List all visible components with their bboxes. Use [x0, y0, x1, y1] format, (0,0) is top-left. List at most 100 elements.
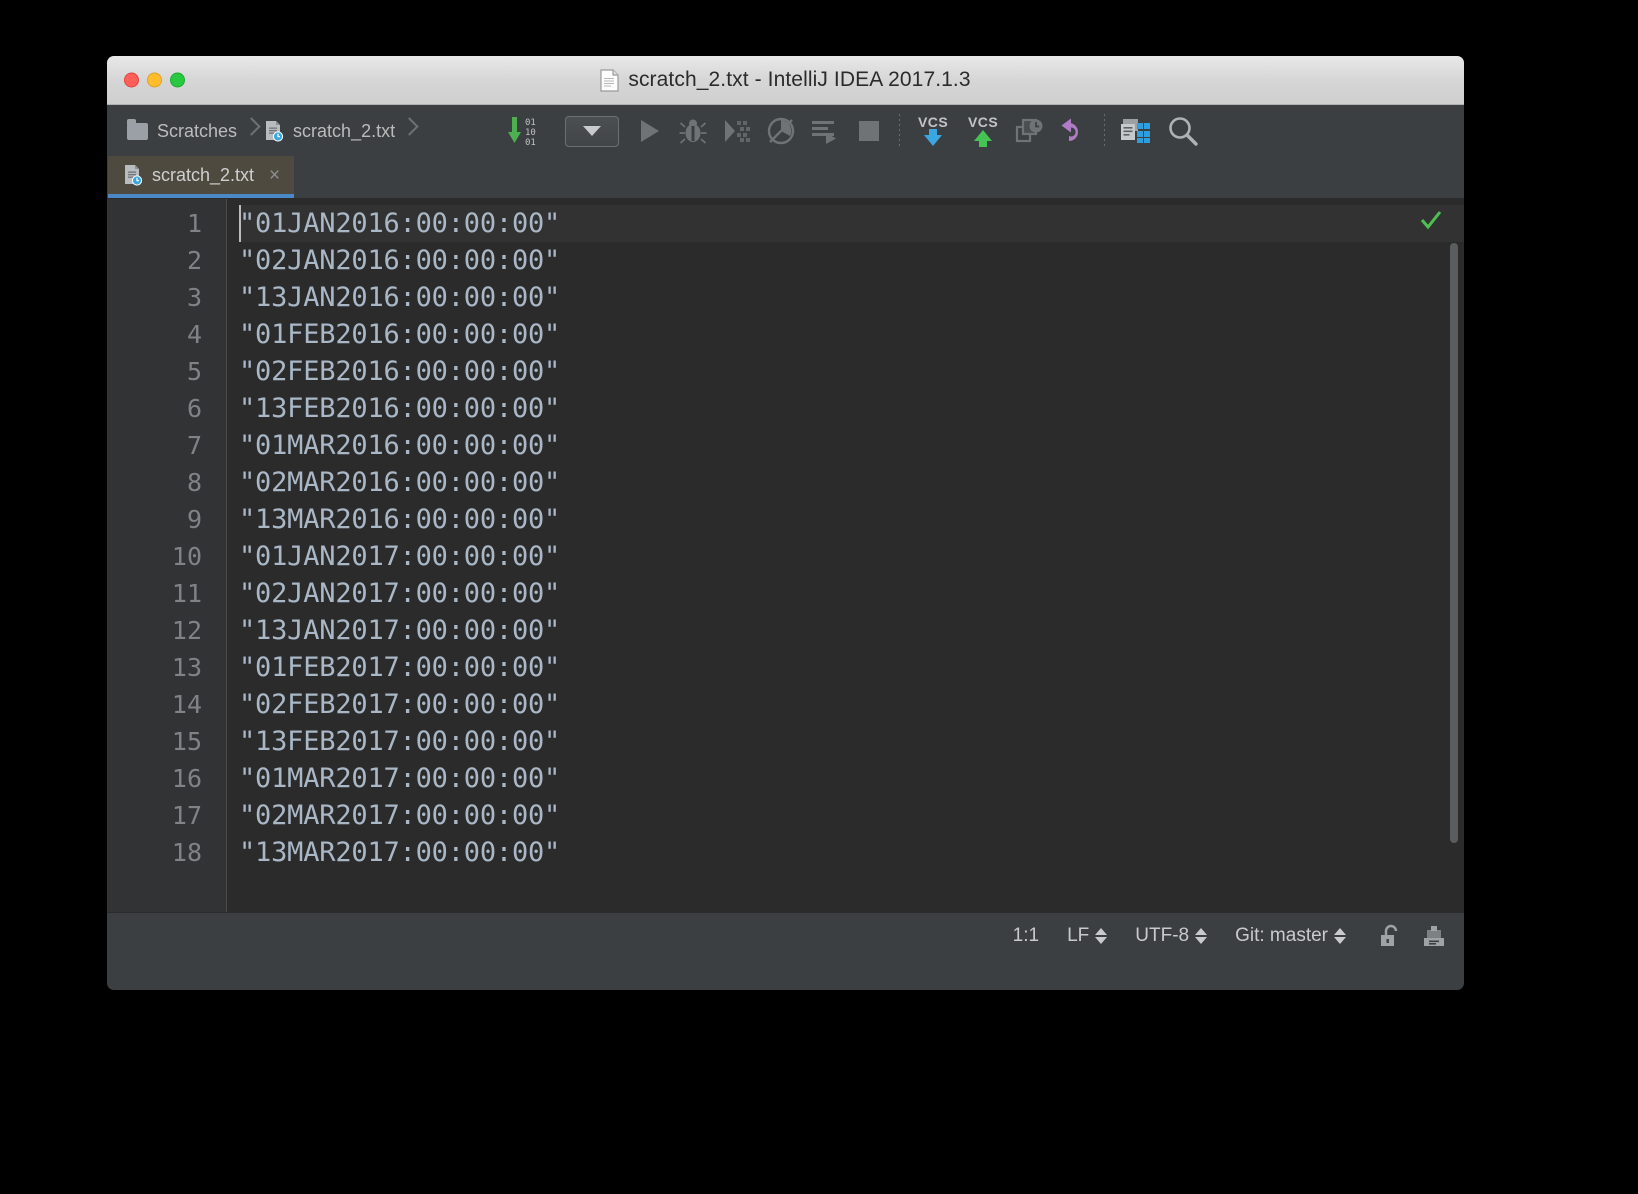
- breadcrumb-item-file[interactable]: scratch_2.txt: [263, 117, 401, 145]
- search-everywhere-button[interactable]: [1157, 112, 1209, 150]
- caret-position-label: 1:1: [1012, 924, 1040, 946]
- file-history-icon: [1015, 118, 1043, 143]
- line-number: 14: [171, 690, 202, 719]
- spinner-arrows-icon: [1334, 927, 1346, 944]
- breadcrumb-label: Scratches: [157, 120, 238, 141]
- line-separator-label: LF: [1067, 924, 1090, 946]
- line-number: 6: [186, 394, 202, 423]
- line-number: 8: [186, 468, 202, 497]
- editor-tabstrip: scratch_2.txt ×: [107, 156, 1464, 199]
- breadcrumb-label: scratch_2.txt: [293, 120, 396, 141]
- spinner-arrows-icon: [1195, 927, 1208, 944]
- line-number-gutter: 1 2 3 4 5 6 7 8 9 10 11 12 13 14 15 16 1…: [107, 199, 227, 912]
- line-number: 2: [186, 246, 202, 275]
- line-number: 10: [171, 542, 202, 571]
- folder-icon: [127, 118, 148, 140]
- code-line: "02FEB2016:00:00:00": [239, 356, 561, 387]
- profile-button[interactable]: [759, 112, 803, 150]
- stop-button[interactable]: [847, 112, 891, 150]
- vcs-update-button[interactable]: VCS: [908, 112, 958, 150]
- toolbar-actions: 01 10 01 VCS VCS: [501, 112, 1209, 150]
- toolbar-separator: [899, 114, 901, 148]
- debug-button[interactable]: [671, 112, 715, 150]
- code-line: "01FEB2016:00:00:00": [239, 319, 561, 350]
- vcs-label: VCS: [917, 114, 949, 130]
- update-project-button[interactable]: 01 10 01: [501, 112, 557, 150]
- window-titlebar: scratch_2.txt - IntelliJ IDEA 2017.1.3: [107, 56, 1464, 105]
- coverage-button[interactable]: [715, 112, 759, 150]
- undo-arrow-icon: [1061, 118, 1079, 141]
- svg-text:01: 01: [525, 118, 536, 128]
- spinner-arrows-icon: [1095, 927, 1108, 944]
- minimize-button[interactable]: [147, 72, 162, 88]
- run-button[interactable]: [627, 112, 671, 150]
- close-button[interactable]: [124, 72, 139, 88]
- editor-vertical-scrollbar[interactable]: [1450, 243, 1458, 843]
- code-line: "13FEB2017:00:00:00": [239, 726, 561, 757]
- settings-button[interactable]: [1113, 112, 1157, 150]
- line-number: 5: [186, 357, 202, 386]
- caret-position-status[interactable]: 1:1: [999, 925, 1053, 947]
- tab-label: scratch_2.txt: [152, 164, 255, 185]
- line-number: 18: [171, 838, 202, 867]
- code-line: "01MAR2016:00:00:00": [239, 430, 561, 461]
- vcs-down-arrow-icon: [924, 129, 943, 146]
- svg-text:10: 10: [525, 128, 536, 138]
- status-bar: 1:1 LF UTF-8 Git: master: [107, 912, 1464, 958]
- svg-text:01: 01: [525, 138, 536, 148]
- maximize-button[interactable]: [170, 72, 185, 88]
- document-icon: [600, 68, 619, 92]
- scratch-file-icon: [265, 120, 284, 142]
- encoding-status[interactable]: UTF-8: [1121, 925, 1221, 947]
- run-with-console-button[interactable]: [803, 112, 847, 150]
- event-log-icon[interactable]: [1420, 922, 1448, 950]
- coverage-icon: [725, 120, 751, 142]
- line-separator-status[interactable]: LF: [1053, 925, 1121, 947]
- code-line: "01JAN2017:00:00:00": [239, 541, 561, 572]
- toolbar-separator: [1104, 114, 1106, 148]
- stop-square-icon: [859, 121, 880, 141]
- line-number: 1: [186, 209, 202, 238]
- vcs-commit-button[interactable]: VCS: [958, 112, 1008, 150]
- line-number: 15: [171, 727, 202, 756]
- line-number: 13: [171, 653, 202, 682]
- line-number: 9: [186, 505, 202, 534]
- line-number: 17: [171, 801, 202, 830]
- vcs-branch-status[interactable]: Git: master: [1221, 925, 1360, 947]
- code-editor[interactable]: 1 2 3 4 5 6 7 8 9 10 11 12 13 14 15 16 1…: [107, 199, 1464, 912]
- line-number: 16: [171, 764, 202, 793]
- close-icon[interactable]: ×: [269, 166, 280, 185]
- scratch-file-icon: [124, 164, 143, 186]
- line-number: 11: [171, 579, 202, 608]
- code-line: "13JAN2017:00:00:00": [239, 615, 561, 646]
- run-console-icon: [812, 121, 837, 144]
- download-binary-icon: 01 10 01: [508, 117, 536, 148]
- line-number: 12: [171, 616, 202, 645]
- unlocked-padlock-icon[interactable]: [1376, 922, 1404, 950]
- code-line: "02FEB2017:00:00:00": [239, 689, 561, 720]
- bug-icon: [679, 119, 707, 144]
- code-line: "02JAN2017:00:00:00": [239, 578, 561, 609]
- run-configurations-combo[interactable]: [565, 115, 620, 147]
- code-line: "13FEB2016:00:00:00": [239, 393, 561, 424]
- code-line: "02MAR2017:00:00:00": [239, 800, 561, 831]
- text-caret: [239, 205, 241, 242]
- code-line: "13MAR2016:00:00:00": [239, 504, 561, 535]
- window-title-group: scratch_2.txt - IntelliJ IDEA 2017.1.3: [600, 68, 971, 92]
- breadcrumb-chevron-icon: [403, 116, 419, 146]
- vcs-branch-label: Git: master: [1235, 924, 1328, 946]
- vcs-history-button[interactable]: [1008, 112, 1052, 150]
- vcs-label: VCS: [967, 114, 999, 130]
- undo-button[interactable]: [1052, 112, 1096, 150]
- line-number: 3: [186, 283, 202, 312]
- profile-icon: [767, 117, 795, 145]
- tab-scratch-2-txt[interactable]: scratch_2.txt ×: [108, 156, 295, 198]
- encoding-label: UTF-8: [1135, 924, 1190, 946]
- play-icon: [641, 120, 660, 142]
- breadcrumb-item-scratches[interactable]: Scratches: [125, 118, 243, 145]
- vcs-up-arrow-icon: [974, 130, 993, 147]
- code-text-area[interactable]: "01JAN2016:00:00:00" "02JAN2016:00:00:00…: [227, 199, 1464, 912]
- breadcrumb-chevron-icon: [245, 116, 261, 146]
- code-line: "13MAR2017:00:00:00": [239, 837, 561, 868]
- inspection-ok-icon[interactable]: [1420, 209, 1442, 231]
